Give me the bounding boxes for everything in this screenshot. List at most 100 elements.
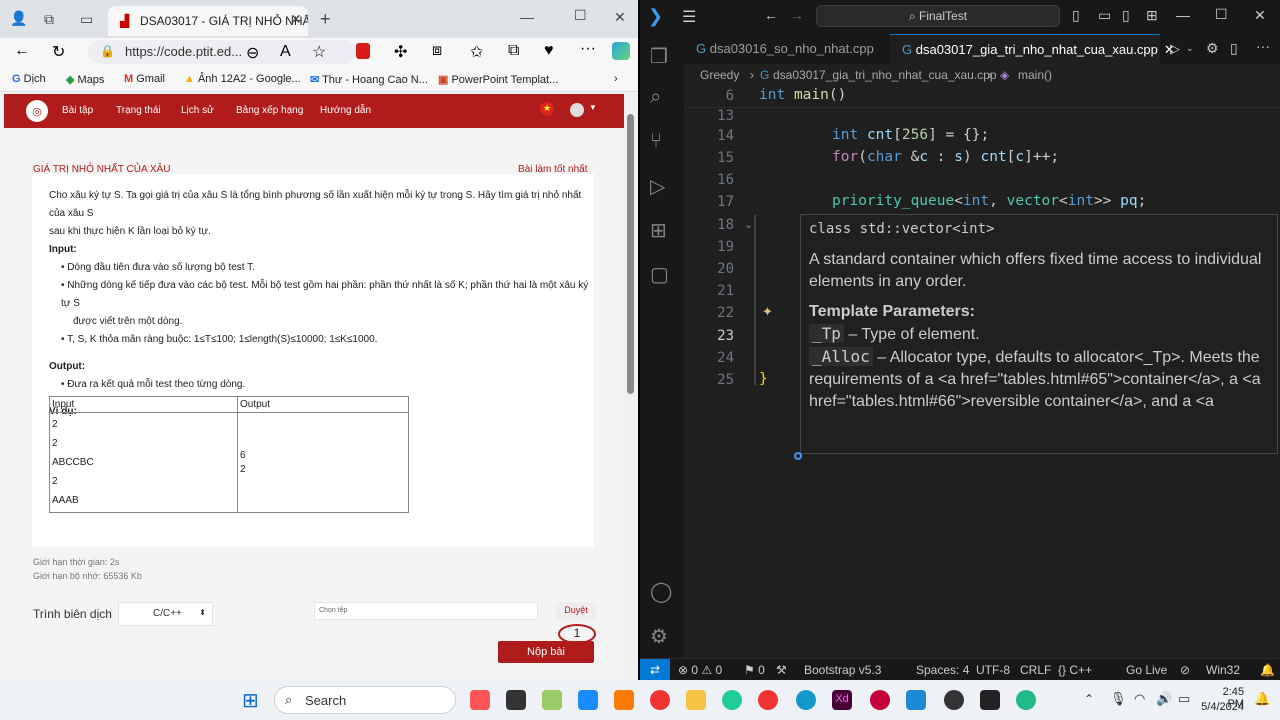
window-close-icon[interactable]: ✕ — [614, 9, 626, 26]
problems-status[interactable]: ⊗ 0 ⚠ 0 — [678, 663, 722, 677]
more-icon[interactable]: ··· — [580, 40, 596, 58]
toggle-panel-icon[interactable]: ▭ — [1098, 7, 1111, 24]
capcut-icon[interactable] — [980, 690, 1000, 710]
wifi-icon[interactable]: ◠ — [1134, 691, 1145, 707]
favorite-star-icon[interactable]: ☆ — [312, 42, 326, 62]
bookmark-gmail[interactable]: M Gmail — [124, 73, 165, 85]
maximize-icon[interactable]: ☐ — [574, 7, 587, 24]
close-tab-icon[interactable]: ✕ — [290, 11, 302, 28]
menu-icon[interactable]: ☰ — [682, 7, 696, 27]
chrome-icon-3[interactable] — [1016, 690, 1036, 710]
fold-chevron-icon[interactable]: ⌄ — [744, 218, 753, 231]
bookmark-dich[interactable]: G Dịch — [12, 73, 46, 85]
tab-dsa03017[interactable]: G dsa03017_gia_tri_nho_nhat_cua_xau.cpp ✕ — [890, 34, 1175, 64]
avatar[interactable] — [570, 103, 584, 117]
bookmarks-more-icon[interactable]: › — [614, 73, 618, 85]
widgets-icon[interactable] — [470, 690, 490, 710]
file-explorer-icon[interactable] — [686, 690, 706, 710]
split-screen-icon[interactable]: ⧈ — [432, 42, 442, 60]
read-aloud-icon[interactable]: A — [280, 43, 291, 61]
more-actions-icon[interactable]: ··· — [1256, 38, 1270, 54]
encoding-status[interactable]: UTF-8 — [976, 663, 1010, 677]
nav-bang-xep-hang[interactable]: Bảng xếp hạng — [236, 105, 303, 116]
run-dropdown-icon[interactable]: ⌄ — [1186, 43, 1194, 54]
collections-icon[interactable]: ⧉ — [508, 42, 519, 60]
indentation-status[interactable]: Spaces: 4 — [916, 663, 969, 677]
editor[interactable]: 6 int main() 13 14 int cnt[256] = {}; 15… — [684, 86, 1280, 658]
extension-icon[interactable] — [356, 43, 370, 59]
taskbar-search[interactable]: ⌕ Search — [274, 686, 456, 714]
vscode-taskbar-icon[interactable] — [906, 690, 926, 710]
microphone-icon[interactable]: 🎙 — [1110, 691, 1127, 707]
edge-icon-2[interactable] — [796, 690, 816, 710]
file-input[interactable]: Chọn tệp — [314, 602, 538, 620]
nav-forward-icon[interactable]: → — [790, 7, 804, 23]
breadcrumb-file[interactable]: dsa03017_gia_tri_nho_nhat_cua_xau.cpp — [773, 68, 997, 82]
breadcrumb-folder[interactable]: Greedy — [700, 68, 739, 82]
puzzle-icon[interactable]: ✣ — [394, 42, 407, 62]
command-center-search[interactable]: ⌕ FinalTest — [816, 5, 1060, 27]
hover-tooltip[interactable]: class std::vector<int> A standard contai… — [800, 214, 1278, 454]
tray-chevron-icon[interactable]: ⌃ — [1084, 692, 1094, 706]
minimize-icon[interactable]: — — [520, 9, 534, 25]
accounts-icon[interactable]: ◯ — [650, 579, 672, 604]
minimize-icon[interactable]: — — [1176, 7, 1190, 23]
start-icon[interactable]: ⊞ — [242, 688, 259, 713]
toggle-secondary-icon[interactable]: ▯ — [1122, 7, 1130, 24]
browse-button[interactable]: Duyệt — [556, 602, 596, 620]
zoom-icon[interactable]: ⊖ — [246, 43, 259, 63]
language-status[interactable]: {} C++ — [1058, 663, 1092, 677]
clock-date[interactable]: 5/4/2024 — [1196, 701, 1244, 713]
zalo-icon[interactable] — [578, 690, 598, 710]
platform-status[interactable]: Win32 — [1206, 663, 1240, 677]
performance-icon[interactable]: ♥ — [544, 42, 554, 60]
back-icon[interactable]: ← — [14, 42, 30, 60]
compiler-select[interactable]: C/C++ ⬍ — [118, 602, 213, 626]
browser-tab-active[interactable]: ▟ DSA03017 - GIÁ TRỊ NHỎ NHẤT — [108, 6, 308, 36]
split-editor-icon[interactable]: ▯ — [1230, 40, 1238, 57]
tab-dsa03016[interactable]: G dsa03016_so_nho_nhat.cpp — [684, 34, 890, 64]
customize-layout-icon[interactable]: ⊞ — [1146, 7, 1158, 24]
app-icon[interactable] — [614, 690, 634, 710]
battery-icon[interactable]: ▭ — [1178, 691, 1190, 707]
refresh-icon[interactable]: ↻ — [52, 42, 65, 62]
notification-bell-icon[interactable]: 🔔 — [1254, 691, 1270, 707]
task-view-icon[interactable] — [506, 690, 526, 710]
ports-status[interactable]: ⚑ 0 — [744, 663, 765, 677]
submit-button[interactable]: Nộp bài — [498, 641, 594, 663]
obs-icon[interactable] — [944, 690, 964, 710]
chrome-icon[interactable] — [650, 690, 670, 710]
bookmark-powerpoint[interactable]: ▣ PowerPoint Templat... — [438, 73, 558, 86]
run-file-icon[interactable]: ▷ — [1170, 41, 1180, 57]
devcpp-icon[interactable] — [870, 690, 890, 710]
sparkle-icon[interactable]: ✦ — [762, 304, 773, 320]
close-icon[interactable]: ✕ — [1254, 7, 1266, 24]
nav-back-icon[interactable]: ← — [764, 7, 778, 23]
new-tab-icon[interactable]: + — [320, 9, 331, 30]
go-live-status[interactable]: Go Live — [1126, 663, 1167, 677]
snipping-tool-icon[interactable] — [542, 690, 562, 710]
chevron-down-icon[interactable]: ▼ — [589, 103, 597, 112]
edge-icon[interactable] — [722, 690, 742, 710]
nav-huong-dan[interactable]: Hướng dẫn — [320, 105, 371, 116]
adobe-xd-icon[interactable]: Xd — [832, 690, 852, 710]
bookmark-anh[interactable]: ▲ Ảnh 12A2 - Google... — [184, 73, 301, 85]
nav-trang-thai[interactable]: Trạng thái — [116, 105, 161, 116]
breadcrumb-symbol[interactable]: main() — [1018, 68, 1052, 82]
notification-icon[interactable]: ⊘ — [1180, 663, 1190, 677]
bookmark-thu[interactable]: ✉ Thư - Hoang Cao N... — [310, 73, 428, 86]
copilot-icon[interactable] — [612, 42, 630, 60]
ptit-logo-icon[interactable]: ◎ — [26, 100, 48, 122]
tab-actions-icon[interactable]: ▭ — [80, 11, 93, 28]
remote-indicator-icon[interactable]: ⇄ — [640, 659, 670, 681]
page-scrollbar[interactable] — [624, 94, 638, 680]
explorer-icon[interactable]: ❐ — [650, 44, 668, 69]
chrome-icon-2[interactable] — [758, 690, 778, 710]
nav-bai-tap[interactable]: Bài tập — [62, 105, 93, 116]
vietnam-flag-icon[interactable]: ★ — [540, 102, 554, 116]
bookmark-maps[interactable]: ◆ Maps — [66, 73, 104, 86]
favorites-icon[interactable]: ✩ — [470, 42, 483, 62]
profile-icon[interactable]: 👤 — [10, 10, 27, 27]
settings-gear-icon[interactable]: ⚙ — [650, 624, 668, 649]
eol-status[interactable]: CRLF — [1020, 663, 1051, 677]
